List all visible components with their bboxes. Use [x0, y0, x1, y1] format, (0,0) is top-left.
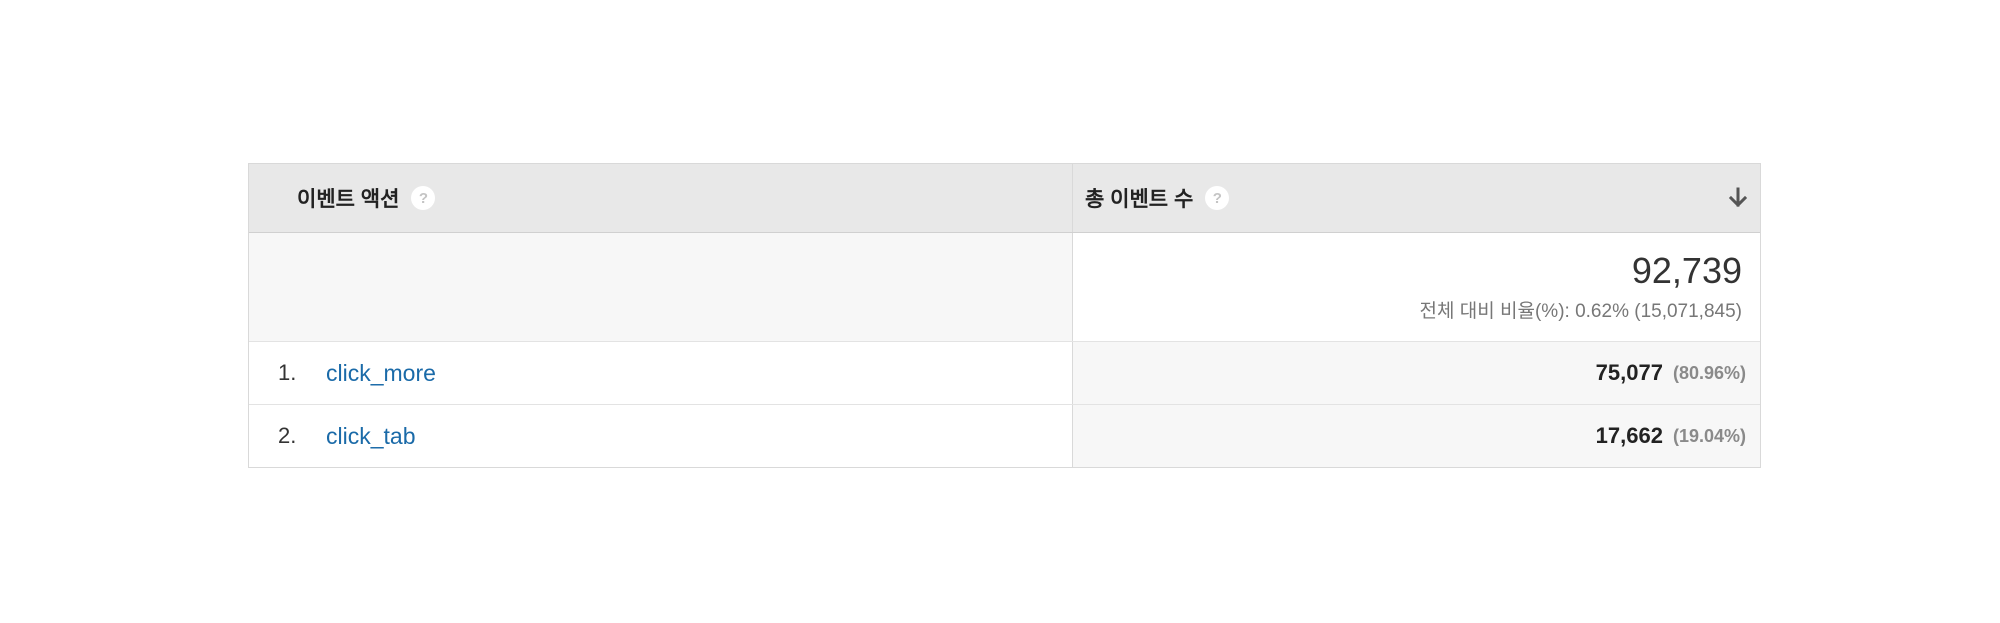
row-index: 1. [278, 360, 297, 385]
help-icon[interactable]: ? [1205, 186, 1230, 210]
event-action-table: 이벤트 액션 ? 총 이벤트 수 ? 92,739 전체 대비 비율(%): 0… [248, 163, 1761, 468]
metric-cell: 17,662 (19.04%) [1073, 405, 1760, 467]
table-row: 2. click_tab 17,662 (19.04%) [249, 405, 1760, 467]
help-icon[interactable]: ? [411, 186, 436, 210]
header-metric-cell[interactable]: 총 이벤트 수 ? [1073, 164, 1760, 232]
dimension-cell: 1. click_more [249, 342, 1073, 404]
table-row: 1. click_more 75,077 (80.96%) [249, 342, 1760, 405]
total-events-value: 92,739 [1631, 249, 1742, 291]
row-total-events: 75,077 [1595, 360, 1663, 385]
totals-metric-cell: 92,739 전체 대비 비율(%): 0.62% (15,071,845) [1073, 233, 1760, 341]
row-share-percent: (19.04%) [1672, 425, 1746, 446]
metric-header-label: 총 이벤트 수 [1085, 188, 1194, 211]
row-index: 2. [278, 423, 297, 448]
dimension-header-label: 이벤트 액션 [297, 188, 400, 211]
metric-cell: 75,077 (80.96%) [1073, 342, 1760, 404]
dimension-cell: 2. click_tab [249, 405, 1073, 467]
totals-dimension-cell [249, 233, 1073, 341]
event-action-link[interactable]: click_more [326, 360, 436, 387]
event-action-link[interactable]: click_tab [326, 423, 415, 450]
row-share-percent: (80.96%) [1672, 362, 1746, 383]
header-dimension-cell[interactable]: 이벤트 액션 ? [249, 164, 1073, 232]
totals-row: 92,739 전체 대비 비율(%): 0.62% (15,071,845) [249, 233, 1760, 342]
total-percent-of-site: 전체 대비 비율(%): 0.62% (15,071,845) [1419, 301, 1742, 323]
row-total-events: 17,662 [1595, 423, 1663, 448]
table-header: 이벤트 액션 ? 총 이벤트 수 ? [249, 164, 1760, 233]
arrow-down-icon[interactable] [1726, 186, 1750, 210]
